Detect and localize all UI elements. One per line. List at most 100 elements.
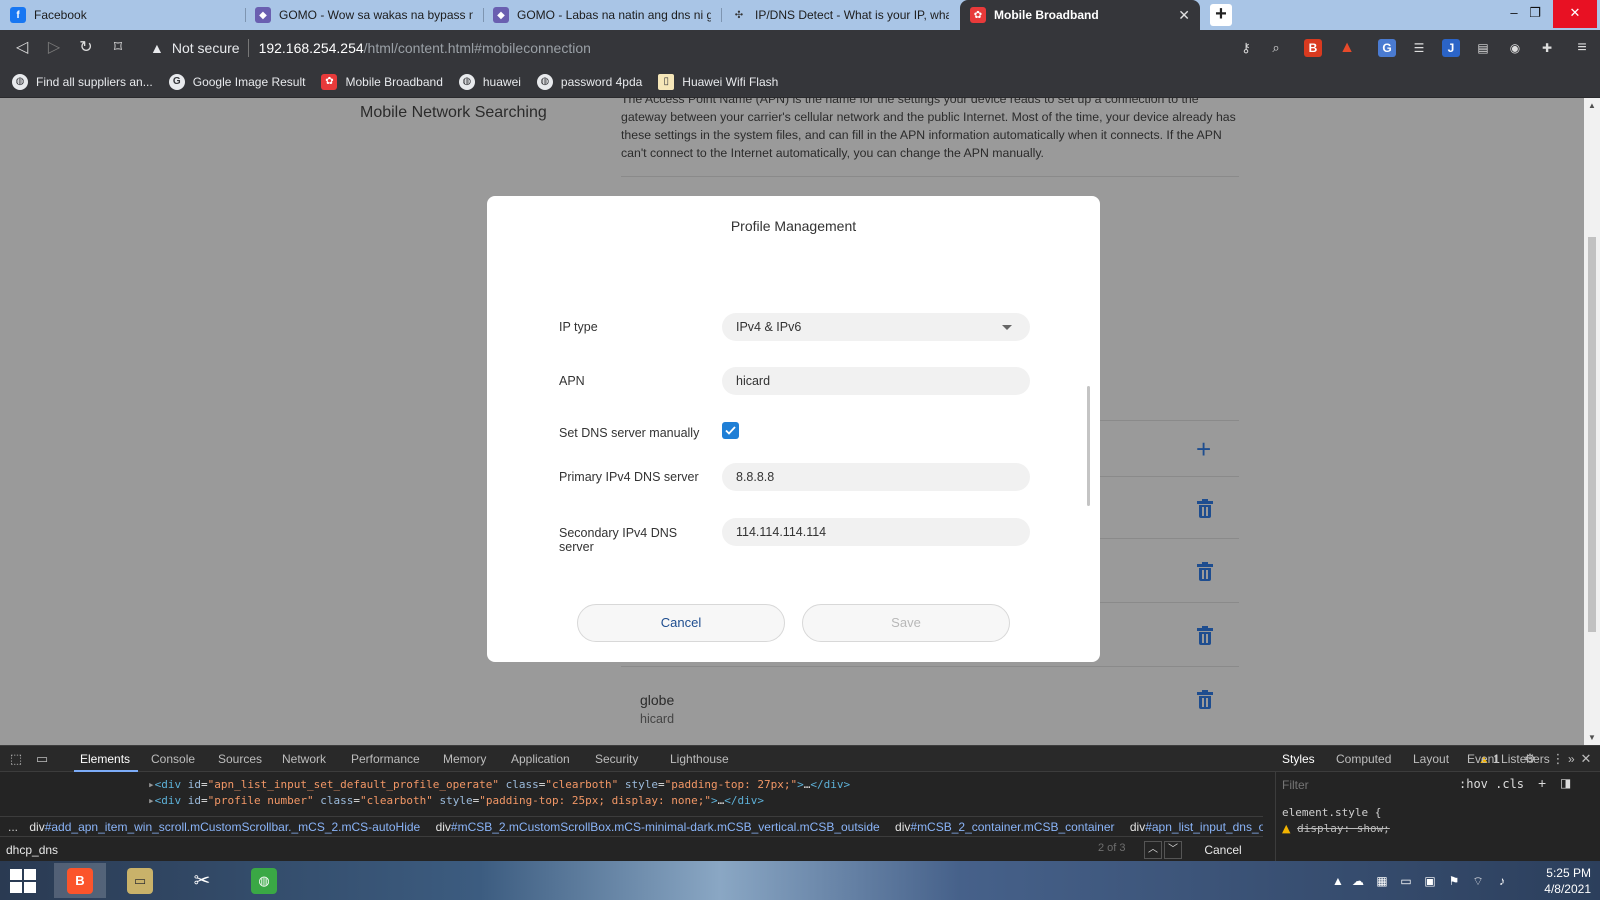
window-close-button[interactable]: ✕ xyxy=(1553,0,1597,28)
hov-cls-toggle[interactable]: :hov .cls xyxy=(1459,777,1524,791)
more-icon[interactable]: ⋮ xyxy=(1550,751,1566,767)
app-tray-icon[interactable]: ▣ xyxy=(1422,873,1438,889)
previous-match-icon[interactable]: ︿ xyxy=(1144,841,1162,859)
dialog-scrollbar[interactable] xyxy=(1087,386,1090,506)
system-clock[interactable]: 5:25 PM 4/8/2021 xyxy=(1525,865,1591,897)
scroll-down-icon[interactable]: ▼ xyxy=(1588,733,1596,742)
tab-facebook[interactable]: f Facebook xyxy=(0,0,245,30)
add-icon[interactable]: + xyxy=(1196,436,1211,462)
bookmark-item[interactable]: ▯ Huawei Wifi Flash xyxy=(658,73,778,90)
devtools-search-input[interactable] xyxy=(6,841,1086,859)
inspect-icon[interactable]: ⬚ xyxy=(8,751,24,767)
devtools-tab-elements[interactable]: Elements xyxy=(80,746,130,772)
cloud-icon[interactable]: ☁ xyxy=(1350,873,1366,889)
network-icon[interactable]: ▦ xyxy=(1374,873,1390,889)
extension-icon[interactable]: J xyxy=(1442,39,1460,57)
close-icon[interactable]: ✕ xyxy=(1178,7,1190,24)
extension-icon[interactable]: ◉ xyxy=(1506,39,1524,57)
sidebar-toggle-icon[interactable]: ◨ xyxy=(1560,776,1571,790)
ip-type-select[interactable]: IPv4 & IPv6 xyxy=(722,313,1030,341)
devtools-tab-security[interactable]: Security xyxy=(595,746,638,772)
add-rule-icon[interactable]: + xyxy=(1538,775,1546,791)
breadcrumb-ellipsis[interactable]: ... xyxy=(8,820,18,834)
breadcrumb-item[interactable]: div#mCSB_2_container.mCSB_container xyxy=(895,820,1114,834)
tab-ip-dns-detect[interactable]: ✣ IP/DNS Detect - What is your IP, what xyxy=(721,0,959,30)
wifi-icon[interactable]: ⌔ xyxy=(1470,873,1486,889)
extension-icon[interactable]: ▤ xyxy=(1474,39,1492,57)
devtools-tab-performance[interactable]: Performance xyxy=(351,746,420,772)
devtools-tab-application[interactable]: Application xyxy=(511,746,570,772)
secondary-dns-input[interactable] xyxy=(722,518,1030,546)
dns-manual-checkbox[interactable] xyxy=(722,422,739,439)
menu-icon[interactable]: ≡ xyxy=(1572,38,1592,58)
breadcrumb-item[interactable]: div#mCSB_2.mCustomScrollBox.mCS-minimal-… xyxy=(436,820,880,834)
tab-gomo-bypass[interactable]: ◆ GOMO - Wow sa wakas na bypass na xyxy=(245,0,483,30)
trash-icon[interactable] xyxy=(1196,562,1214,582)
more-tabs-icon[interactable]: » xyxy=(1568,746,1575,772)
bookmark-item[interactable]: ✿ Mobile Broadband xyxy=(321,73,443,90)
volume-icon[interactable]: ♪ xyxy=(1494,873,1510,889)
left-menu-title[interactable]: Mobile Network Searching xyxy=(360,104,547,122)
breadcrumb-item[interactable]: div#apn_list_input_dns_operate xyxy=(1130,820,1263,834)
expand-icon[interactable]: ▸ xyxy=(148,778,155,791)
bookmark-item[interactable]: ◍ Find all suppliers an... xyxy=(12,73,153,90)
devtools-tab-network[interactable]: Network xyxy=(282,746,326,772)
warning-icon[interactable]: ▲ xyxy=(150,40,164,56)
computed-tab[interactable]: Computed xyxy=(1336,746,1391,772)
tray-chevron-icon[interactable]: ▲ xyxy=(1330,873,1346,889)
bookmark-item[interactable]: ◍ huawei xyxy=(458,73,521,90)
forward-icon[interactable]: ▷ xyxy=(44,38,64,58)
taskbar-explorer[interactable]: ▭ xyxy=(114,863,166,898)
bookmark-item[interactable]: ◍ password 4pda xyxy=(536,73,642,90)
trash-icon[interactable] xyxy=(1196,499,1214,519)
extension-icon[interactable]: ☰ xyxy=(1410,39,1428,57)
monitor-icon[interactable]: ▭ xyxy=(1398,873,1414,889)
back-icon[interactable]: ◁ xyxy=(12,38,32,58)
trash-icon[interactable] xyxy=(1196,690,1214,710)
windows-start-icon[interactable] xyxy=(10,869,36,893)
security-label[interactable]: Not secure xyxy=(172,40,240,56)
tab-mobile-broadband[interactable]: ✿ Mobile Broadband ✕ xyxy=(960,0,1200,30)
styles-filter-input[interactable] xyxy=(1282,776,1442,794)
taskbar-snipping-tool[interactable]: ✂ xyxy=(176,863,228,898)
taskbar-brave[interactable]: B xyxy=(54,863,106,898)
devtools-tab-memory[interactable]: Memory xyxy=(443,746,486,772)
dom-node[interactable]: ▸<div id="apn_list_input_set_default_pro… xyxy=(148,778,850,791)
devtools-tab-sources[interactable]: Sources xyxy=(218,746,262,772)
layout-tab[interactable]: Layout xyxy=(1413,746,1449,772)
reload-icon[interactable]: ↻ xyxy=(76,38,96,58)
tab-gomo-dns[interactable]: ◆ GOMO - Labas na natin ang dns ni go xyxy=(483,0,721,30)
brave-rewards-icon[interactable]: ▲ xyxy=(1338,39,1356,57)
expand-icon[interactable]: ▸ xyxy=(148,794,155,806)
address-bar[interactable]: ▲ Not secure 192.168.254.254/html/conten… xyxy=(140,34,1260,62)
translate-icon[interactable]: G xyxy=(1378,39,1396,57)
bookmark-icon[interactable]: ⌑ xyxy=(108,38,128,58)
zoom-icon[interactable]: ⌕ xyxy=(1266,38,1286,58)
styles-tab[interactable]: Styles xyxy=(1282,746,1315,772)
trash-icon[interactable] xyxy=(1196,626,1214,646)
cancel-button[interactable]: Cancel xyxy=(577,604,785,642)
apn-input[interactable] xyxy=(722,367,1030,395)
search-cancel-button[interactable]: Cancel xyxy=(1188,841,1258,859)
security-tray-icon[interactable]: ⚑ xyxy=(1446,873,1462,889)
bookmark-item[interactable]: G Google Image Result xyxy=(168,73,305,90)
primary-dns-input[interactable] xyxy=(722,463,1030,491)
devtools-tab-console[interactable]: Console xyxy=(151,746,195,772)
breadcrumb-item[interactable]: div#add_apn_item_win_scroll.mCustomScrol… xyxy=(29,820,420,834)
style-property[interactable]: ▲ display: show; xyxy=(1282,822,1390,835)
close-icon[interactable]: ✕ xyxy=(1578,751,1594,767)
next-match-icon[interactable]: ﹀ xyxy=(1164,841,1182,859)
devtools-tab-lighthouse[interactable]: Lighthouse xyxy=(670,746,729,772)
puzzle-icon[interactable]: ✚ xyxy=(1538,39,1556,57)
event-listeners-tab[interactable]: Event Listeners xyxy=(1467,746,1550,772)
scroll-up-icon[interactable]: ▲ xyxy=(1588,101,1596,110)
save-button[interactable]: Save xyxy=(802,604,1010,642)
dom-node[interactable]: ▸<div id="profile_number" class="clearbo… xyxy=(148,794,764,806)
scroll-thumb[interactable] xyxy=(1588,237,1596,632)
key-icon[interactable]: ⚷ xyxy=(1236,38,1256,58)
restore-button[interactable]: ❐ xyxy=(1520,0,1550,28)
taskbar-app[interactable]: ◍ xyxy=(238,863,290,898)
device-toolbar-icon[interactable]: ▭ xyxy=(34,751,50,767)
new-tab-button[interactable]: + xyxy=(1210,4,1232,26)
brave-shield-icon[interactable]: B xyxy=(1304,39,1322,57)
